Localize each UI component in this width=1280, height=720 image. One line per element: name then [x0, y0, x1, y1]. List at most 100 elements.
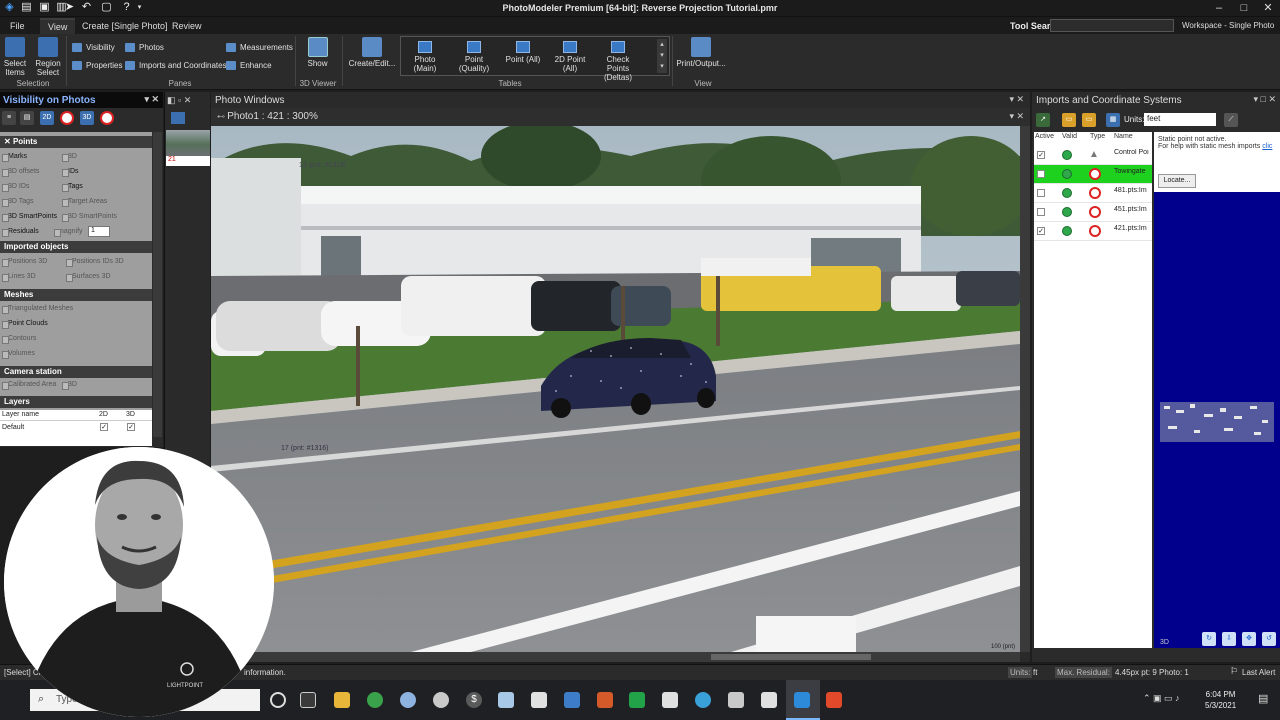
cortana-icon[interactable] [270, 692, 286, 708]
app-icon[interactable] [433, 692, 449, 708]
task-view-icon[interactable] [300, 692, 316, 708]
active-checkbox[interactable]: ✓ [1037, 227, 1045, 235]
imported-section-header[interactable]: Imported objects [0, 241, 152, 253]
active-checkbox[interactable] [1037, 208, 1045, 216]
file-explorer-icon[interactable] [334, 692, 350, 708]
reset-view-icon[interactable]: ↺ [1262, 632, 1276, 646]
active-checkbox[interactable] [1037, 170, 1045, 178]
filter-icon[interactable]: ▤ [20, 111, 34, 125]
enhance-button[interactable]: Enhance [226, 60, 272, 72]
opt-lines-3d[interactable]: Lines 3D [2, 273, 36, 282]
opt-positions-3d[interactable]: Positions 3D [2, 258, 47, 267]
locate-button[interactable]: Locate... [1158, 174, 1196, 188]
photo-icon[interactable] [171, 112, 185, 124]
photo-tab-controls-icon[interactable]: ▾ ✕ [1009, 111, 1024, 122]
photo-thumbnail[interactable] [166, 130, 210, 156]
maximize-icon[interactable]: □ [1236, 1, 1252, 15]
toggle-2d-button[interactable]: 2D [40, 111, 54, 125]
opt-triangulated-meshes[interactable]: Triangulated Meshes [2, 305, 73, 314]
app-icon[interactable] [629, 692, 645, 708]
app-icon[interactable] [564, 692, 580, 708]
toggle-3d-button[interactable]: 3D [80, 111, 94, 125]
import-row[interactable]: ✓ 421.pts:Im [1034, 222, 1152, 241]
import-row-selected[interactable]: Towingate [1034, 165, 1152, 184]
hide-2d-icon[interactable] [60, 111, 74, 125]
layer-row[interactable]: Default ✓ ✓ [0, 423, 152, 434]
opt-smartpoints[interactable]: 3D SmartPoints [2, 213, 57, 222]
opt-calibrated-area[interactable]: Calibrated Area [2, 381, 56, 390]
show-3d-button[interactable]: Show [305, 37, 330, 68]
import-folder-icon[interactable]: ▭ [1062, 113, 1076, 127]
table-check-points[interactable]: Check Points (Deltas) [595, 41, 641, 82]
hide-3d-icon[interactable] [100, 111, 114, 125]
opt-target-areas[interactable]: Target Areas [62, 198, 107, 207]
camera-section-header[interactable]: Camera station [0, 366, 152, 378]
opt-3d[interactable]: 3D [62, 153, 77, 162]
app-icon[interactable]: $ [466, 692, 482, 708]
opt-tags[interactable]: Tags [62, 183, 83, 192]
properties-button[interactable]: Properties [72, 60, 122, 72]
move-down-icon[interactable]: ⇩ [1222, 632, 1236, 646]
last-alert[interactable]: Last Alert [1242, 668, 1275, 677]
measure-icon[interactable]: ⟋ [1224, 113, 1238, 127]
tool-search-input[interactable] [1050, 19, 1174, 32]
pan-icon[interactable]: ✥ [1242, 632, 1256, 646]
active-checkbox[interactable] [1037, 189, 1045, 197]
close-icon[interactable]: ✕ [1260, 1, 1276, 15]
opt-3d-ids[interactable]: 3D IDs [2, 183, 29, 192]
app-icon[interactable] [662, 692, 678, 708]
measurements-button[interactable]: Measurements [226, 42, 293, 54]
app-icon[interactable] [728, 692, 744, 708]
opt-3d-tags[interactable]: 3D Tags [2, 198, 34, 207]
panel-controls-icon[interactable]: ▾ ✕ [144, 94, 159, 105]
opt-marks[interactable]: Marks [2, 153, 27, 162]
menu-file[interactable]: File [10, 21, 25, 31]
app-icon[interactable] [695, 692, 711, 708]
create-edit-button[interactable]: Create/Edit... [347, 37, 397, 68]
opt-residuals[interactable]: Residuals [2, 228, 39, 237]
visibility-button[interactable]: Visibility [72, 42, 115, 54]
app-icon[interactable] [826, 692, 842, 708]
gallery-scroll[interactable]: ▴ ▾ ▾ [657, 39, 667, 73]
notifications-icon[interactable]: ▤ [1258, 692, 1268, 705]
opt-positions-ids-3d[interactable]: Positions IDs 3D [66, 258, 124, 267]
menu-create[interactable]: Create [Single Photo] [82, 21, 168, 31]
layer-3d-checkbox[interactable]: ✓ [127, 423, 135, 431]
table-point-all[interactable]: Point (All) [503, 41, 543, 64]
alert-icon[interactable]: ⚐ [1230, 666, 1238, 677]
photo-tab[interactable]: ⊷ Photo1 : 421 : 300% ▾ ✕ [211, 108, 1030, 126]
photo-vertical-scrollbar[interactable] [1020, 126, 1030, 652]
select-items-button[interactable]: Select Items [3, 37, 27, 77]
help-link[interactable]: clic [1262, 143, 1272, 150]
layers-section-header[interactable]: Layers [0, 396, 152, 408]
menu-review[interactable]: Review [172, 21, 202, 31]
photo-canvas[interactable]: 13 (pnt: #1316) 17 (pnt: #1316) 100 (pnt… [211, 126, 1020, 652]
coord-system-icon[interactable]: ↗ [1036, 113, 1050, 127]
import-folder-add-icon[interactable]: ▭ [1082, 113, 1096, 127]
app-icon[interactable] [531, 692, 547, 708]
region-select-button[interactable]: Region Select [33, 37, 63, 77]
opt-point-clouds[interactable]: Point Clouds [2, 320, 48, 329]
thumbs-controls-icon[interactable]: ◧ ▫ ✕ [167, 95, 191, 106]
magnify-input[interactable]: 1 [88, 226, 110, 237]
minimize-icon[interactable]: – [1211, 1, 1227, 15]
photos-button[interactable]: Photos [125, 42, 164, 54]
table-point-quality[interactable]: Point (Quality) [449, 41, 499, 73]
app-icon[interactable] [761, 692, 777, 708]
opt-surfaces-3d[interactable]: Surfaces 3D [66, 273, 111, 282]
import-row[interactable]: 481.pts:Im [1034, 184, 1152, 203]
opt-volumes[interactable]: Volumes [2, 350, 35, 359]
photo-horizontal-scrollbar[interactable] [211, 652, 1020, 662]
chrome-icon[interactable] [367, 692, 383, 708]
pane-controls-icon[interactable]: ▾ ✕ [1009, 94, 1024, 105]
points-section-header[interactable]: ✕ Points [0, 136, 152, 148]
rotate-icon[interactable]: ↻ [1202, 632, 1216, 646]
taskbar-clock[interactable]: 6:04 PM 5/3/2021 [1205, 689, 1236, 711]
units-select[interactable]: feet [1144, 113, 1216, 126]
opt-3d-offsets[interactable]: 3D offsets [2, 168, 39, 177]
opt-3d-smartpoints[interactable]: 3D SmartPoints [62, 213, 117, 222]
table-2d-point-all[interactable]: 2D Point (All) [547, 41, 593, 73]
import-row[interactable]: 451.pts:Im [1034, 203, 1152, 222]
layer-2d-checkbox[interactable]: ✓ [100, 423, 108, 431]
app-icon[interactable] [597, 692, 613, 708]
